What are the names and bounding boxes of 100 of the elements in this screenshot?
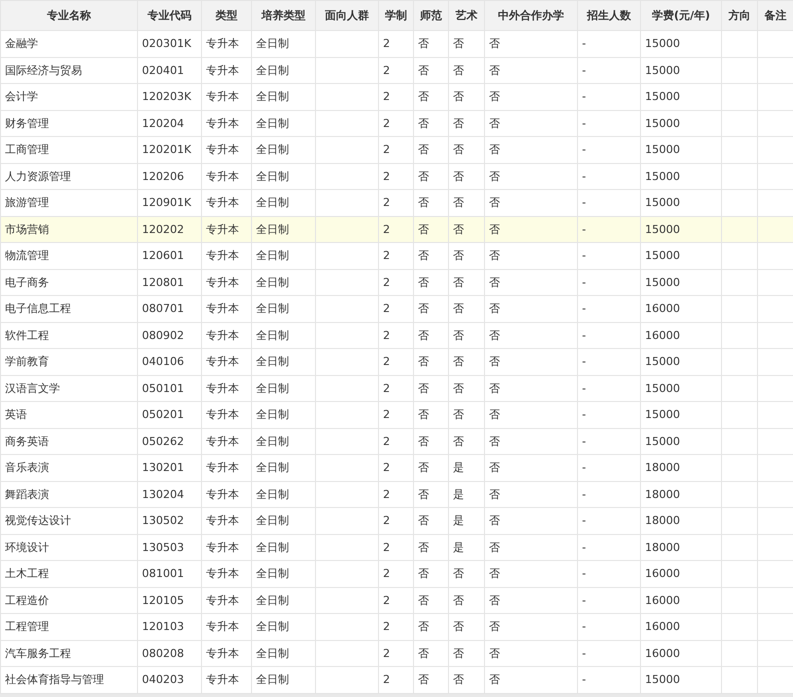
table-cell: 专升本 [206, 619, 239, 634]
table-cell: 2 [383, 276, 390, 289]
table-row[interactable]: 学前教育 040106 专升本 全日制 2 否 否 否 - 15000 [0, 348, 793, 375]
table-cell: 否 [453, 380, 464, 396]
table-cell: 130503 [142, 540, 184, 554]
table-cell: 2 [383, 222, 390, 236]
table-cell: 050262 [142, 434, 184, 448]
table-cell: 专升本 [206, 566, 239, 582]
table-cell: 18000 [645, 514, 680, 528]
table-cell: 否 [453, 672, 464, 688]
table-row[interactable]: 物流管理 120601 专升本 全日制 2 否 否 否 - 15000 [0, 242, 793, 269]
table-cell: 否 [489, 486, 500, 502]
table-cell: 全日制 [256, 222, 289, 237]
table-cell: 否 [453, 222, 464, 237]
table-row[interactable]: 金融学 020301K 专升本 全日制 2 否 否 否 - 15000 [0, 30, 793, 57]
table-cell: 专升本 [206, 380, 239, 396]
table-row[interactable]: 软件工程 080902 专升本 全日制 2 否 否 否 - 16000 [0, 322, 793, 348]
highlighted-table-row[interactable]: 市场营销 120202 专升本 全日制 2 否 否 否 - 15000 [0, 216, 793, 242]
table-cell: 否 [418, 672, 429, 688]
table-cell: 否 [453, 434, 464, 449]
table-cell: 否 [453, 89, 464, 104]
table-cell: 全日制 [256, 89, 289, 104]
table-cell: 15000 [645, 222, 680, 236]
table-cell: 否 [418, 89, 429, 104]
table-cell: 全日制 [256, 380, 289, 396]
table-cell: 2 [383, 594, 390, 607]
table-cell: 专升本 [206, 592, 239, 608]
table-cell: 否 [418, 248, 429, 264]
table-row[interactable]: 音乐表演 130201 专升本 全日制 2 否 是 否 - 18000 [0, 454, 793, 481]
table-cell: - [582, 249, 586, 262]
table-row[interactable]: 舞蹈表演 130204 专升本 全日制 2 否 是 否 - 18000 [0, 481, 793, 508]
table-cell: 财务管理 [5, 116, 49, 131]
table-cell: 130204 [142, 488, 184, 501]
table-cell: 专升本 [206, 407, 239, 422]
table-cell: 全日制 [256, 513, 289, 528]
table-cell: 专升本 [206, 486, 239, 502]
table-cell: 视觉传达设计 [5, 513, 71, 528]
table-cell: - [582, 328, 586, 342]
table-cell: 120105 [142, 594, 184, 607]
column-header: 学制 [378, 0, 414, 30]
table-row[interactable]: 电子信息工程 080701 专升本 全日制 2 否 否 否 - 16000 [0, 296, 793, 322]
table-cell: 全日制 [256, 486, 289, 502]
table-cell: 15000 [645, 249, 680, 262]
table-cell: - [582, 673, 586, 686]
table-cell: 会计学 [5, 89, 38, 104]
table-row[interactable]: 土木工程 081001 专升本 全日制 2 否 否 否 - 16000 [0, 560, 793, 587]
table-row[interactable]: 人力资源管理 120206 专升本 全日制 2 否 否 否 - 15000 [0, 163, 793, 190]
table-cell: 全日制 [256, 142, 289, 158]
table-cell: - [582, 222, 586, 236]
table-cell: 全日制 [256, 407, 289, 422]
table-cell: 否 [489, 407, 500, 422]
table-cell: 学前教育 [5, 354, 49, 370]
table-cell: 否 [453, 301, 464, 316]
table-row[interactable]: 英语 050201 专升本 全日制 2 否 否 否 - 15000 [0, 402, 793, 428]
table-cell: 全日制 [256, 116, 289, 131]
table-row[interactable]: 工商管理 120201K 专升本 全日制 2 否 否 否 - 15000 [0, 136, 793, 163]
table-row[interactable]: 电子商务 120801 专升本 全日制 2 否 否 否 - 15000 [0, 269, 793, 296]
table-cell: 080902 [142, 328, 184, 342]
table-cell: 2 [383, 37, 390, 50]
table-cell: - [582, 434, 586, 448]
table-row[interactable]: 视觉传达设计 130502 专升本 全日制 2 否 是 否 - 18000 [0, 508, 793, 534]
table-row[interactable]: 社会体育指导与管理 040203 专升本 全日制 2 否 否 否 - 15000 [0, 666, 793, 693]
table-cell: 130502 [142, 514, 184, 528]
table-row[interactable]: 环境设计 130503 专升本 全日制 2 否 是 否 - 18000 [0, 534, 793, 560]
table-row[interactable]: 财务管理 120204 专升本 全日制 2 否 否 否 - 15000 [0, 110, 793, 136]
table-cell: 全日制 [256, 619, 289, 634]
table-cell: 社会体育指导与管理 [5, 672, 104, 688]
table-cell: 专升本 [206, 274, 239, 290]
table-cell: 否 [418, 380, 429, 396]
table-row[interactable]: 汽车服务工程 080208 专升本 全日制 2 否 否 否 - 16000 [0, 640, 793, 666]
table-cell: 否 [418, 513, 429, 528]
table-cell: - [582, 196, 586, 210]
table-cell: 否 [489, 672, 500, 688]
table-cell: 15000 [645, 434, 680, 448]
table-row[interactable]: 工程管理 120103 专升本 全日制 2 否 否 否 - 16000 [0, 614, 793, 640]
table-cell: 英语 [5, 407, 27, 422]
table-row[interactable]: 国际经济与贸易 020401 专升本 全日制 2 否 否 否 - 15000 [0, 57, 793, 84]
table-cell: 否 [489, 36, 500, 52]
table-cell: - [582, 567, 586, 580]
table-cell: 18000 [645, 488, 680, 501]
table-cell: 15000 [645, 143, 680, 156]
table-cell: 物流管理 [5, 248, 49, 264]
table-cell: 120801 [142, 276, 184, 289]
table-cell: 120204 [142, 116, 184, 130]
table-row[interactable]: 工程造价 120105 专升本 全日制 2 否 否 否 - 16000 [0, 587, 793, 614]
table-cell: 18000 [645, 540, 680, 554]
table-cell: 否 [489, 328, 500, 343]
table-cell: 全日制 [256, 434, 289, 449]
table-row[interactable]: 旅游管理 120901K 专升本 全日制 2 否 否 否 - 15000 [0, 190, 793, 216]
table-row[interactable]: 汉语言文学 050101 专升本 全日制 2 否 否 否 - 15000 [0, 375, 793, 402]
table-row[interactable]: 会计学 120203K 专升本 全日制 2 否 否 否 - 15000 [0, 84, 793, 110]
column-header: 专业代码 [138, 0, 202, 30]
table-cell: 否 [418, 142, 429, 158]
table-cell: 2 [383, 355, 390, 368]
table-cell: 2 [383, 488, 390, 501]
table-cell: 050201 [142, 408, 184, 422]
table-cell: 否 [453, 274, 464, 290]
table-row[interactable]: 商务英语 050262 专升本 全日制 2 否 否 否 - 15000 [0, 428, 793, 454]
column-header: 师范 [414, 0, 448, 30]
table-cell: 2 [383, 408, 390, 422]
